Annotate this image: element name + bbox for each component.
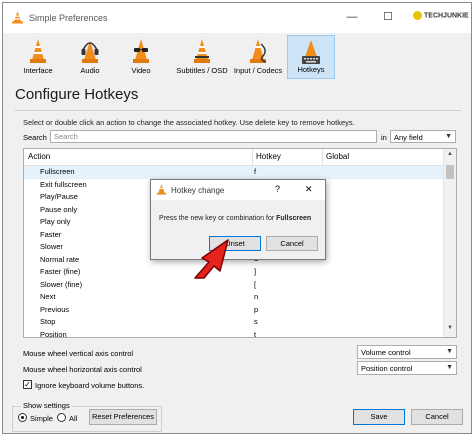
- vlc-cone-glasses-icon: [133, 39, 149, 63]
- help-icon[interactable]: ?: [275, 184, 280, 194]
- table-row[interactable]: Previous p: [24, 304, 444, 317]
- tab-hotkeys[interactable]: Hotkeys: [287, 35, 335, 79]
- vlc-cone-headphones-icon: [81, 41, 99, 63]
- column-divider: [252, 149, 253, 165]
- page-title: Configure Hotkeys: [15, 86, 139, 103]
- ignore-volume-label: Ignore keyboard volume buttons.: [35, 381, 145, 390]
- window-title: Simple Preferences: [29, 13, 108, 23]
- chevron-down-icon: ▼: [446, 364, 453, 371]
- show-settings-title: Show settings: [21, 401, 72, 410]
- vertical-axis-value: Volume control: [361, 348, 411, 357]
- tab-label: Subtitles / OSD: [176, 66, 228, 75]
- vlc-cone-interface-icon: [30, 39, 46, 63]
- search-label: Search: [23, 133, 47, 142]
- column-header-global[interactable]: Global: [326, 152, 349, 161]
- table-row[interactable]: Slower (fine)[: [24, 279, 444, 292]
- dialog-target-action: Fullscreen: [276, 215, 312, 222]
- search-scope-value: Any field: [394, 133, 423, 142]
- vlc-cone-subtitles-icon: [194, 39, 210, 63]
- reset-preferences-button[interactable]: Reset Preferences: [89, 409, 157, 425]
- table-row[interactable]: Position t: [24, 329, 444, 338]
- column-divider: [322, 149, 323, 165]
- tab-audio[interactable]: Audio: [73, 35, 107, 79]
- dialog-cancel-button[interactable]: Cancel: [266, 236, 318, 251]
- tab-input-codecs[interactable]: Input / Codecs: [232, 35, 284, 79]
- vertical-scrollbar[interactable]: ▲ ▼: [443, 149, 456, 337]
- search-scope-select[interactable]: Any field ▼: [390, 130, 456, 143]
- minimize-button[interactable]: —: [343, 9, 361, 25]
- horizontal-axis-value: Position control: [361, 364, 413, 373]
- table-row[interactable]: Stop s: [24, 316, 444, 329]
- tab-subtitles-osd[interactable]: Subtitles / OSD: [173, 35, 231, 79]
- vlc-app-icon: [156, 184, 167, 195]
- all-label: All: [69, 414, 78, 423]
- red-pointer-arrow-icon: [194, 239, 229, 279]
- tab-interface[interactable]: Interface: [19, 35, 57, 79]
- table-row[interactable]: Fullscreen f: [24, 166, 444, 179]
- search-input[interactable]: Search: [50, 130, 377, 143]
- instructions-text: Select or double click an action to chan…: [23, 118, 355, 127]
- vertical-axis-select[interactable]: Volume control ▼: [357, 345, 457, 359]
- category-toolbar: Interface Audio Video Subtitles / OSD In…: [7, 35, 467, 81]
- scroll-up-icon[interactable]: ▲: [445, 151, 455, 161]
- all-radio[interactable]: [57, 413, 66, 422]
- tab-label: Input / Codecs: [233, 66, 283, 75]
- techjunkie-logo-icon: [413, 11, 422, 20]
- table-header: Action Hotkey Global: [24, 149, 444, 166]
- ignore-volume-checkbox[interactable]: ✓: [23, 380, 32, 389]
- simple-radio[interactable]: [18, 413, 27, 422]
- column-header-action[interactable]: Action: [28, 152, 50, 161]
- tab-label: Video: [131, 66, 151, 75]
- save-button[interactable]: Save: [353, 409, 405, 425]
- tab-label: Interface: [23, 66, 53, 75]
- vertical-axis-label: Mouse wheel vertical axis control: [23, 349, 134, 358]
- table-row[interactable]: Next n: [24, 291, 444, 304]
- vlc-app-icon: [12, 11, 23, 24]
- horizontal-axis-label: Mouse wheel horizontal axis control: [23, 365, 142, 374]
- tab-label: Audio: [80, 66, 100, 75]
- vlc-cone-keyboard-icon: [302, 40, 320, 64]
- dialog-message: Press the new key or combination for Ful…: [159, 215, 312, 222]
- hotkey-change-dialog: Hotkey change ? ✕ Press the new key or c…: [150, 179, 326, 260]
- divider: [15, 110, 461, 111]
- horizontal-axis-select[interactable]: Position control ▼: [357, 361, 457, 375]
- dialog-title-bar: Hotkey change ? ✕: [151, 180, 325, 200]
- scroll-down-icon[interactable]: ▼: [445, 325, 455, 335]
- dialog-title: Hotkey change: [171, 186, 225, 195]
- in-label: in: [381, 133, 387, 142]
- cancel-button[interactable]: Cancel: [411, 409, 463, 425]
- table-row[interactable]: Faster (fine)]: [24, 266, 444, 279]
- tab-label: Hotkeys: [297, 65, 325, 74]
- vlc-cone-cable-icon: [250, 39, 267, 63]
- watermark: TECHJUNKIE: [413, 11, 469, 20]
- column-header-hotkey[interactable]: Hotkey: [256, 152, 281, 161]
- simple-label: Simple: [30, 414, 53, 423]
- chevron-down-icon: ▼: [446, 348, 453, 355]
- close-icon[interactable]: ✕: [305, 184, 313, 195]
- scrollbar-thumb[interactable]: [446, 165, 454, 179]
- maximize-button[interactable]: ☐: [379, 9, 397, 25]
- chevron-down-icon: ▼: [445, 133, 452, 140]
- tab-video[interactable]: Video: [123, 35, 159, 79]
- title-bar: Simple Preferences — ☐ TECHJUNKIE: [3, 3, 471, 33]
